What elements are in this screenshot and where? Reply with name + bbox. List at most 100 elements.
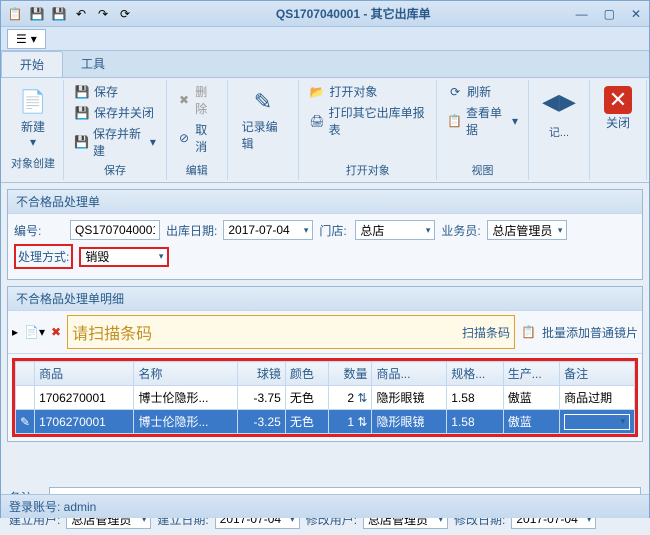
- col-sph[interactable]: 球镜: [238, 362, 286, 386]
- save-button[interactable]: 💾保存: [70, 82, 160, 101]
- detail-toolbar: ▸ 📄▾ ✖ 请扫描条码 扫描条码 📋 批量添加普通镜片: [8, 311, 642, 354]
- col-mfr[interactable]: 生产...: [503, 362, 559, 386]
- quick-access-toolbar: 📋 💾 💾 ↶ ↷ ⟳: [5, 4, 135, 24]
- bulk-add-icon: 📋: [521, 325, 536, 339]
- ribbon-group-save: 💾保存 💾保存并关闭 💾保存并新建▾ 保存: [64, 80, 167, 180]
- col-prod[interactable]: 商品: [35, 362, 134, 386]
- refresh-icon: ⟳: [447, 84, 463, 100]
- close-button[interactable]: ✕: [627, 7, 645, 21]
- remark-select[interactable]: ▾: [564, 414, 630, 430]
- app-icon: 📋: [5, 4, 25, 24]
- nav-icon: ◀▶: [543, 86, 575, 118]
- chevron-down-icon: ▾: [512, 114, 518, 128]
- scan-link[interactable]: 扫描条码: [462, 324, 510, 341]
- code-label: 编号:: [14, 222, 64, 239]
- qty-spinner-icon[interactable]: ⇅: [357, 391, 367, 405]
- save-close-icon: 💾: [74, 105, 90, 121]
- open-icon: 📂: [309, 84, 325, 100]
- chevron-down-icon: ▾: [30, 135, 36, 149]
- record-edit-button[interactable]: ✎记录编辑: [234, 82, 293, 156]
- table-row[interactable]: ✎ 1706270001 博士伦隐形... -3.25 无色 1 ⇅ 隐形眼镜 …: [16, 410, 635, 434]
- title-bar: 📋 💾 💾 ↶ ↷ ⟳ QS1707040001 - 其它出库单 — ▢ ✕: [1, 1, 649, 27]
- refresh-button[interactable]: ⟳刷新: [443, 82, 522, 101]
- save-icon: 💾: [74, 84, 90, 100]
- close-icon: ✕: [604, 86, 632, 114]
- window-title: QS1707040001 - 其它出库单: [135, 5, 572, 22]
- header-panel-title: 不合格品处理单: [8, 190, 642, 214]
- save-icon[interactable]: 💾: [27, 4, 47, 24]
- save-close-button[interactable]: 💾保存并关闭: [70, 103, 160, 122]
- col-qty[interactable]: 数量: [329, 362, 372, 386]
- new-row-icon[interactable]: 📄▾: [24, 325, 45, 339]
- maximize-button[interactable]: ▢: [600, 7, 619, 21]
- refresh-icon[interactable]: ⟳: [115, 4, 135, 24]
- undo-icon[interactable]: ↶: [71, 4, 91, 24]
- header-panel: 不合格品处理单 编号: 出库日期: 2017-07-04▾ 门店: 总店▾ 业务…: [7, 189, 643, 280]
- chevron-down-icon: ▾: [159, 251, 164, 262]
- status-bar: 登录账号: admin: [1, 494, 649, 518]
- window-buttons: — ▢ ✕: [572, 7, 645, 21]
- view-bar: ☰▾: [1, 27, 649, 51]
- print-icon: 🖨: [309, 113, 324, 129]
- cancel-button[interactable]: ⊘取消: [173, 120, 221, 156]
- col-color[interactable]: 颜色: [285, 362, 328, 386]
- new-icon: 📄: [17, 86, 49, 118]
- barcode-scan-input[interactable]: 请扫描条码 扫描条码: [67, 315, 515, 349]
- view-doc-button[interactable]: 📋查看单据▾: [443, 103, 522, 139]
- login-status: 登录账号: admin: [9, 500, 96, 514]
- content-area: 不合格品处理单 编号: 出库日期: 2017-07-04▾ 门店: 总店▾ 业务…: [1, 183, 649, 483]
- col-spec[interactable]: 规格...: [447, 362, 503, 386]
- list-icon: ☰: [16, 32, 27, 46]
- detail-grid[interactable]: 商品 名称 球镜 颜色 数量 商品... 规格... 生产... 备注 1706…: [15, 361, 635, 434]
- tab-tools[interactable]: 工具: [63, 51, 123, 77]
- chevron-down-icon: ▾: [31, 32, 37, 46]
- save-close-icon[interactable]: 💾: [49, 4, 69, 24]
- ribbon-group-create: 📄新建▾ 对象创建: [3, 80, 64, 180]
- ribbon-group-close: ✕关闭: [590, 80, 647, 180]
- close-button[interactable]: ✕关闭: [596, 82, 640, 135]
- chevron-down-icon: ▾: [426, 225, 431, 236]
- bulk-add-button[interactable]: 批量添加普通镜片: [542, 324, 638, 341]
- redo-icon[interactable]: ↷: [93, 4, 113, 24]
- code-input[interactable]: [70, 220, 160, 240]
- cancel-icon: ⊘: [177, 130, 191, 146]
- detail-grid-wrap: 商品 名称 球镜 颜色 数量 商品... 规格... 生产... 备注 1706…: [12, 358, 638, 437]
- chevron-down-icon: ▾: [304, 225, 309, 236]
- print-report-button[interactable]: 🖨打印其它出库单报表: [305, 103, 430, 139]
- record-nav-button[interactable]: ◀▶: [535, 82, 583, 122]
- minimize-button[interactable]: —: [572, 7, 592, 21]
- date-label: 出库日期:: [166, 222, 217, 239]
- new-button[interactable]: 📄新建▾: [9, 82, 57, 153]
- col-name[interactable]: 名称: [134, 362, 238, 386]
- delete-button[interactable]: ✖删除: [173, 82, 221, 118]
- ribbon-group-openobj: 📂打开对象 🖨打印其它出库单报表 打开对象: [299, 80, 437, 180]
- clerk-label: 业务员:: [441, 222, 481, 239]
- ribbon-group-recordedit: ✎记录编辑: [228, 80, 300, 180]
- ribbon-group-edit: ✖删除 ⊘取消 编辑: [167, 80, 228, 180]
- view-dropdown[interactable]: ☰▾: [7, 29, 46, 49]
- delete-icon: ✖: [177, 92, 191, 108]
- chevron-down-icon: ▾: [558, 225, 563, 236]
- method-label: 处理方式:: [14, 244, 73, 269]
- ribbon-tabs: 开始 工具: [1, 51, 649, 78]
- save-new-icon: 💾: [74, 134, 89, 150]
- chevron-down-icon: ▾: [620, 416, 625, 427]
- expand-icon[interactable]: ▸: [12, 325, 18, 339]
- detail-panel: 不合格品处理单明细 ▸ 📄▾ ✖ 请扫描条码 扫描条码 📋 批量添加普通镜片 商…: [7, 286, 643, 442]
- open-object-button[interactable]: 📂打开对象: [305, 82, 430, 101]
- clerk-select[interactable]: 总店管理员▾: [487, 220, 567, 240]
- save-new-button[interactable]: 💾保存并新建▾: [70, 124, 160, 160]
- qty-spinner-icon[interactable]: ⇅: [357, 415, 367, 429]
- tab-start[interactable]: 开始: [1, 51, 63, 77]
- store-label: 门店:: [319, 222, 349, 239]
- col-cat[interactable]: 商品...: [372, 362, 447, 386]
- date-select[interactable]: 2017-07-04▾: [223, 220, 313, 240]
- delete-row-icon[interactable]: ✖: [51, 325, 61, 339]
- col-remark[interactable]: 备注: [560, 362, 635, 386]
- ribbon: 📄新建▾ 对象创建 💾保存 💾保存并关闭 💾保存并新建▾ 保存 ✖删除 ⊘取消 …: [1, 78, 649, 183]
- ribbon-group-view: ⟳刷新 📋查看单据▾ 视图: [437, 80, 529, 180]
- chevron-down-icon: ▾: [150, 135, 156, 149]
- method-select[interactable]: 销毁▾: [79, 247, 169, 267]
- store-select[interactable]: 总店▾: [355, 220, 435, 240]
- table-row[interactable]: 1706270001 博士伦隐形... -3.75 无色 2 ⇅ 隐形眼镜 1.…: [16, 386, 635, 410]
